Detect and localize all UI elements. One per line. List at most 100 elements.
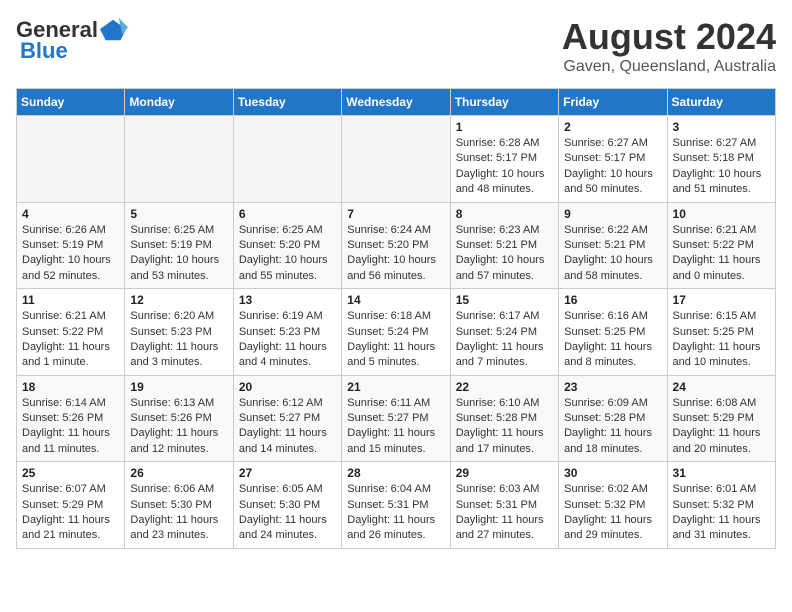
day-info: Sunrise: 6:28 AM Sunset: 5:17 PM Dayligh… (456, 136, 553, 198)
day-number: 23 (564, 380, 661, 394)
calendar-dow-friday: Friday (559, 89, 667, 116)
day-number: 10 (673, 207, 770, 221)
day-number: 29 (456, 466, 553, 480)
day-info: Sunrise: 6:20 AM Sunset: 5:23 PM Dayligh… (130, 309, 227, 371)
calendar-cell: 14 Sunrise: 6:18 AM Sunset: 5:24 PM Dayli… (342, 289, 450, 376)
day-number: 9 (564, 207, 661, 221)
day-number: 17 (673, 293, 770, 307)
calendar-cell: 16 Sunrise: 6:16 AM Sunset: 5:25 PM Dayli… (559, 289, 667, 376)
day-info: Sunrise: 6:18 AM Sunset: 5:24 PM Dayligh… (347, 309, 444, 371)
day-number: 31 (673, 466, 770, 480)
calendar-cell: 9 Sunrise: 6:22 AM Sunset: 5:21 PM Daylig… (559, 202, 667, 289)
calendar-dow-wednesday: Wednesday (342, 89, 450, 116)
day-info: Sunrise: 6:09 AM Sunset: 5:28 PM Dayligh… (564, 396, 661, 458)
calendar-cell: 23 Sunrise: 6:09 AM Sunset: 5:28 PM Dayli… (559, 375, 667, 462)
day-number: 27 (239, 466, 336, 480)
calendar-cell: 6 Sunrise: 6:25 AM Sunset: 5:20 PM Daylig… (233, 202, 341, 289)
day-number: 21 (347, 380, 444, 394)
day-number: 5 (130, 207, 227, 221)
calendar-dow-tuesday: Tuesday (233, 89, 341, 116)
day-number: 3 (673, 120, 770, 134)
calendar-cell: 27 Sunrise: 6:05 AM Sunset: 5:30 PM Dayli… (233, 462, 341, 549)
calendar-header-row: SundayMondayTuesdayWednesdayThursdayFrid… (17, 89, 776, 116)
day-info: Sunrise: 6:23 AM Sunset: 5:21 PM Dayligh… (456, 223, 553, 285)
logo: General Blue (16, 16, 128, 64)
calendar-dow-sunday: Sunday (17, 89, 125, 116)
calendar-cell: 28Sunrise: 6:04 AM Sunset: 5:31 PM Dayli… (342, 462, 450, 549)
day-number: 13 (239, 293, 336, 307)
day-number: 24 (673, 380, 770, 394)
day-number: 2 (564, 120, 661, 134)
calendar-table: SundayMondayTuesdayWednesdayThursdayFrid… (16, 88, 776, 549)
calendar-week-row: 11 Sunrise: 6:21 AM Sunset: 5:22 PM Dayli… (17, 289, 776, 376)
calendar-cell: 15 Sunrise: 6:17 AM Sunset: 5:24 PM Dayli… (450, 289, 558, 376)
calendar-cell: 30Sunrise: 6:02 AM Sunset: 5:32 PM Dayli… (559, 462, 667, 549)
day-info: Sunrise: 6:16 AM Sunset: 5:25 PM Dayligh… (564, 309, 661, 371)
day-info: Sunrise: 6:24 AM Sunset: 5:20 PM Dayligh… (347, 223, 444, 285)
day-info: Sunrise: 6:08 AM Sunset: 5:29 PM Dayligh… (673, 396, 770, 458)
day-number: 11 (22, 293, 119, 307)
calendar-dow-thursday: Thursday (450, 89, 558, 116)
calendar-cell: 19 Sunrise: 6:13 AM Sunset: 5:26 PM Dayli… (125, 375, 233, 462)
calendar-dow-saturday: Saturday (667, 89, 775, 116)
day-info: Sunrise: 6:22 AM Sunset: 5:21 PM Dayligh… (564, 223, 661, 285)
calendar-week-row: 1 Sunrise: 6:28 AM Sunset: 5:17 PM Daylig… (17, 116, 776, 203)
day-info: Sunrise: 6:12 AM Sunset: 5:27 PM Dayligh… (239, 396, 336, 458)
calendar-cell (342, 116, 450, 203)
calendar-cell (17, 116, 125, 203)
logo-icon (100, 16, 128, 44)
day-info: Sunrise: 6:17 AM Sunset: 5:24 PM Dayligh… (456, 309, 553, 371)
day-number: 1 (456, 120, 553, 134)
day-number: 19 (130, 380, 227, 394)
day-info: Sunrise: 6:21 AM Sunset: 5:22 PM Dayligh… (673, 223, 770, 285)
day-info: Sunrise: 6:13 AM Sunset: 5:26 PM Dayligh… (130, 396, 227, 458)
day-info: Sunrise: 6:27 AM Sunset: 5:17 PM Dayligh… (564, 136, 661, 198)
day-number: 25 (22, 466, 119, 480)
calendar-cell: 22 Sunrise: 6:10 AM Sunset: 5:28 PM Dayli… (450, 375, 558, 462)
day-number: 15 (456, 293, 553, 307)
day-number: 4 (22, 207, 119, 221)
calendar-cell: 4Sunrise: 6:26 AM Sunset: 5:19 PM Daylig… (17, 202, 125, 289)
day-info: Sunrise: 6:14 AM Sunset: 5:26 PM Dayligh… (22, 396, 119, 458)
day-info: Sunrise: 6:27 AM Sunset: 5:18 PM Dayligh… (673, 136, 770, 198)
calendar-cell: 13Sunrise: 6:19 AM Sunset: 5:23 PM Dayli… (233, 289, 341, 376)
day-info: Sunrise: 6:15 AM Sunset: 5:25 PM Dayligh… (673, 309, 770, 371)
calendar-week-row: 25Sunrise: 6:07 AM Sunset: 5:29 PM Dayli… (17, 462, 776, 549)
day-info: Sunrise: 6:21 AM Sunset: 5:22 PM Dayligh… (22, 309, 119, 371)
calendar-cell: 26Sunrise: 6:06 AM Sunset: 5:30 PM Dayli… (125, 462, 233, 549)
calendar-cell: 31 Sunrise: 6:01 AM Sunset: 5:32 PM Dayli… (667, 462, 775, 549)
day-info: Sunrise: 6:25 AM Sunset: 5:20 PM Dayligh… (239, 223, 336, 285)
logo-blue-text: Blue (20, 38, 68, 64)
calendar-week-row: 4Sunrise: 6:26 AM Sunset: 5:19 PM Daylig… (17, 202, 776, 289)
calendar-cell: 5 Sunrise: 6:25 AM Sunset: 5:19 PM Daylig… (125, 202, 233, 289)
calendar-cell: 20 Sunrise: 6:12 AM Sunset: 5:27 PM Dayli… (233, 375, 341, 462)
day-number: 6 (239, 207, 336, 221)
calendar-cell: 8 Sunrise: 6:23 AM Sunset: 5:21 PM Daylig… (450, 202, 558, 289)
day-info: Sunrise: 6:11 AM Sunset: 5:27 PM Dayligh… (347, 396, 444, 458)
day-number: 16 (564, 293, 661, 307)
day-info: Sunrise: 6:01 AM Sunset: 5:32 PM Dayligh… (673, 482, 770, 544)
day-info: Sunrise: 6:10 AM Sunset: 5:28 PM Dayligh… (456, 396, 553, 458)
calendar-cell: 10 Sunrise: 6:21 AM Sunset: 5:22 PM Dayli… (667, 202, 775, 289)
day-number: 22 (456, 380, 553, 394)
day-number: 14 (347, 293, 444, 307)
day-number: 30 (564, 466, 661, 480)
page-header: General Blue August 2024 Gaven, Queensla… (16, 16, 776, 76)
calendar-cell: 21 Sunrise: 6:11 AM Sunset: 5:27 PM Dayli… (342, 375, 450, 462)
day-info: Sunrise: 6:05 AM Sunset: 5:30 PM Dayligh… (239, 482, 336, 544)
month-year-title: August 2024 (562, 16, 776, 58)
day-info: Sunrise: 6:25 AM Sunset: 5:19 PM Dayligh… (130, 223, 227, 285)
day-number: 20 (239, 380, 336, 394)
calendar-week-row: 18 Sunrise: 6:14 AM Sunset: 5:26 PM Dayli… (17, 375, 776, 462)
calendar-cell: 29 Sunrise: 6:03 AM Sunset: 5:31 PM Dayli… (450, 462, 558, 549)
calendar-cell: 24 Sunrise: 6:08 AM Sunset: 5:29 PM Dayli… (667, 375, 775, 462)
calendar-dow-monday: Monday (125, 89, 233, 116)
day-number: 18 (22, 380, 119, 394)
calendar-cell: 25Sunrise: 6:07 AM Sunset: 5:29 PM Dayli… (17, 462, 125, 549)
day-number: 26 (130, 466, 227, 480)
calendar-cell: 2 Sunrise: 6:27 AM Sunset: 5:17 PM Daylig… (559, 116, 667, 203)
location-subtitle: Gaven, Queensland, Australia (562, 58, 776, 76)
day-number: 8 (456, 207, 553, 221)
day-info: Sunrise: 6:03 AM Sunset: 5:31 PM Dayligh… (456, 482, 553, 544)
calendar-cell: 1 Sunrise: 6:28 AM Sunset: 5:17 PM Daylig… (450, 116, 558, 203)
